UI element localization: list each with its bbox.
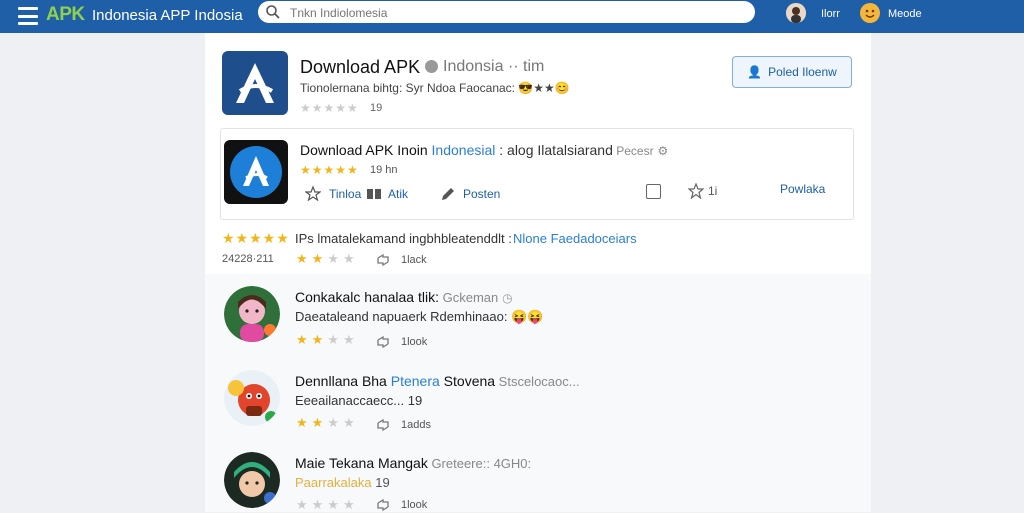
- app-rating-count: 19: [370, 102, 383, 114]
- search-input[interactable]: [288, 3, 742, 23]
- comment-author: Dennllana Bha Ptenera Stovena Stscelocao…: [295, 373, 580, 389]
- comment-text-count: 19: [375, 475, 390, 490]
- review-rating: ★★★★: [296, 251, 359, 266]
- comment-rating: ★★★★: [296, 415, 359, 430]
- app-card-title-meta: Pecesr: [612, 144, 654, 158]
- star-outline-icon[interactable]: [688, 183, 704, 199]
- comment-text-body: Paarrakalaka: [295, 475, 372, 490]
- comment-like-count[interactable]: 1look: [401, 499, 427, 511]
- comment-author-name: Dennllana Bha: [295, 373, 387, 389]
- retweet-icon[interactable]: [376, 498, 390, 512]
- retweet-icon[interactable]: [376, 418, 390, 432]
- logo[interactable]: APK: [46, 4, 85, 26]
- user-avatar-image: [786, 3, 806, 23]
- comment-rating: ★★★★: [296, 332, 359, 347]
- comment-author-name-2: Stovena: [439, 373, 496, 389]
- emoji-avatar[interactable]: [860, 3, 880, 23]
- user-icon: 👤: [747, 65, 763, 79]
- app-card-title-link[interactable]: Indonesial: [428, 142, 496, 158]
- edit-icon[interactable]: [440, 186, 456, 202]
- app-card-logo-icon: [230, 146, 282, 198]
- comment-author-name: Conkakalc hanalaa tlik:: [295, 289, 439, 305]
- search-icon: [266, 5, 280, 19]
- app-card-title: Download APK Inoin Indonesial : alog Ila…: [300, 142, 668, 158]
- comment-text-body: Eeeailanaccaecc...: [295, 393, 405, 408]
- comment-meta: Greteere:: 4GH0:: [427, 456, 532, 471]
- commenter-avatar[interactable]: [224, 286, 280, 342]
- search-bar[interactable]: [258, 1, 755, 23]
- comment-author-tag[interactable]: Ptenera: [387, 373, 440, 389]
- app-icon[interactable]: [222, 51, 288, 115]
- comment-text: Daeataleand napuaerk Rdemhinaao: 😝😝: [295, 309, 544, 324]
- comment-meta: Gckeman: [438, 290, 499, 305]
- info-icon: ⚙: [657, 144, 669, 158]
- comment-author: Maie Tekana Mangak Greteere:: 4GH0:: [295, 455, 531, 471]
- review-link[interactable]: Nlone Faedadoceiars: [513, 231, 637, 246]
- card-action-3[interactable]: Posten: [463, 187, 500, 201]
- app-card-title-tag: : alog Ilatalsiarand: [495, 142, 613, 158]
- card-action-2[interactable]: Atik: [388, 187, 408, 201]
- app-rating-stars: ★★★★★: [300, 101, 359, 115]
- card-action-1[interactable]: Tinloa: [329, 187, 361, 201]
- avatar-cartoon-boy: [224, 452, 280, 508]
- commenter-avatar[interactable]: [224, 370, 280, 426]
- follow-button[interactable]: 👤 Poled Iloenw: [732, 56, 852, 88]
- comment-rating: ★★★★: [296, 497, 359, 512]
- card-download-link[interactable]: Powlaka: [780, 182, 825, 196]
- menu-icon[interactable]: [18, 7, 38, 25]
- user-avatar[interactable]: [786, 3, 806, 23]
- profile-link[interactable]: Meode: [888, 8, 922, 20]
- user-link[interactable]: Ilorr: [821, 8, 840, 20]
- review-stars: ★★★★★: [222, 230, 290, 246]
- app-logo-icon: [236, 63, 274, 103]
- app-description: Tionolernana bihtg: Syr Ndoa Faocanac: 😎…: [300, 81, 570, 95]
- commenter-avatar[interactable]: [224, 452, 280, 508]
- follow-button-label: Poled Iloenw: [768, 65, 837, 79]
- avatar-cartoon-girl: [224, 286, 280, 342]
- comment-like-count[interactable]: 1adds: [401, 419, 431, 431]
- share-icon[interactable]: [305, 185, 321, 201]
- verified-icon: [425, 60, 438, 73]
- clock-icon: ◷: [502, 291, 513, 305]
- select-checkbox[interactable]: [646, 184, 661, 199]
- app-subtitle: Indonsia ·· tim: [443, 58, 545, 75]
- comment-text: Paarrakalaka 19: [295, 475, 390, 490]
- app-card-icon[interactable]: [224, 140, 288, 204]
- app-card-rating-stars: ★★★★★: [300, 163, 359, 177]
- comment-meta: Stscelocaoc...: [495, 374, 580, 389]
- emoji-icon: [860, 3, 880, 23]
- star-count: 1i: [708, 184, 718, 198]
- review-like-count[interactable]: 1lack: [401, 254, 427, 266]
- retweet-icon[interactable]: [376, 335, 390, 349]
- comment-like-count[interactable]: 1look: [401, 336, 427, 348]
- review-date: 24228·211: [222, 253, 274, 265]
- book-icon[interactable]: [366, 186, 382, 202]
- retweet-icon[interactable]: [376, 253, 390, 267]
- comment-author: Conkakalc hanalaa tlik: Gckeman ◷: [295, 289, 513, 305]
- site-title: Indonesia APP Indosia: [92, 7, 243, 24]
- comment-author-name: Maie Tekana Mangak: [295, 455, 428, 471]
- comment-text-count: 19: [407, 393, 423, 408]
- app-card-rating-count: 19 hn: [370, 164, 398, 176]
- avatar-cartoon-bird: [224, 370, 280, 426]
- app-card-title-main: Download APK Inoin: [300, 142, 428, 158]
- app-title: Download APK: [300, 57, 421, 77]
- review-text: IPs lmatalekamand ingbhbleatenddlt :: [295, 231, 512, 246]
- comment-text: Eeeailanaccaecc... 19: [295, 393, 422, 408]
